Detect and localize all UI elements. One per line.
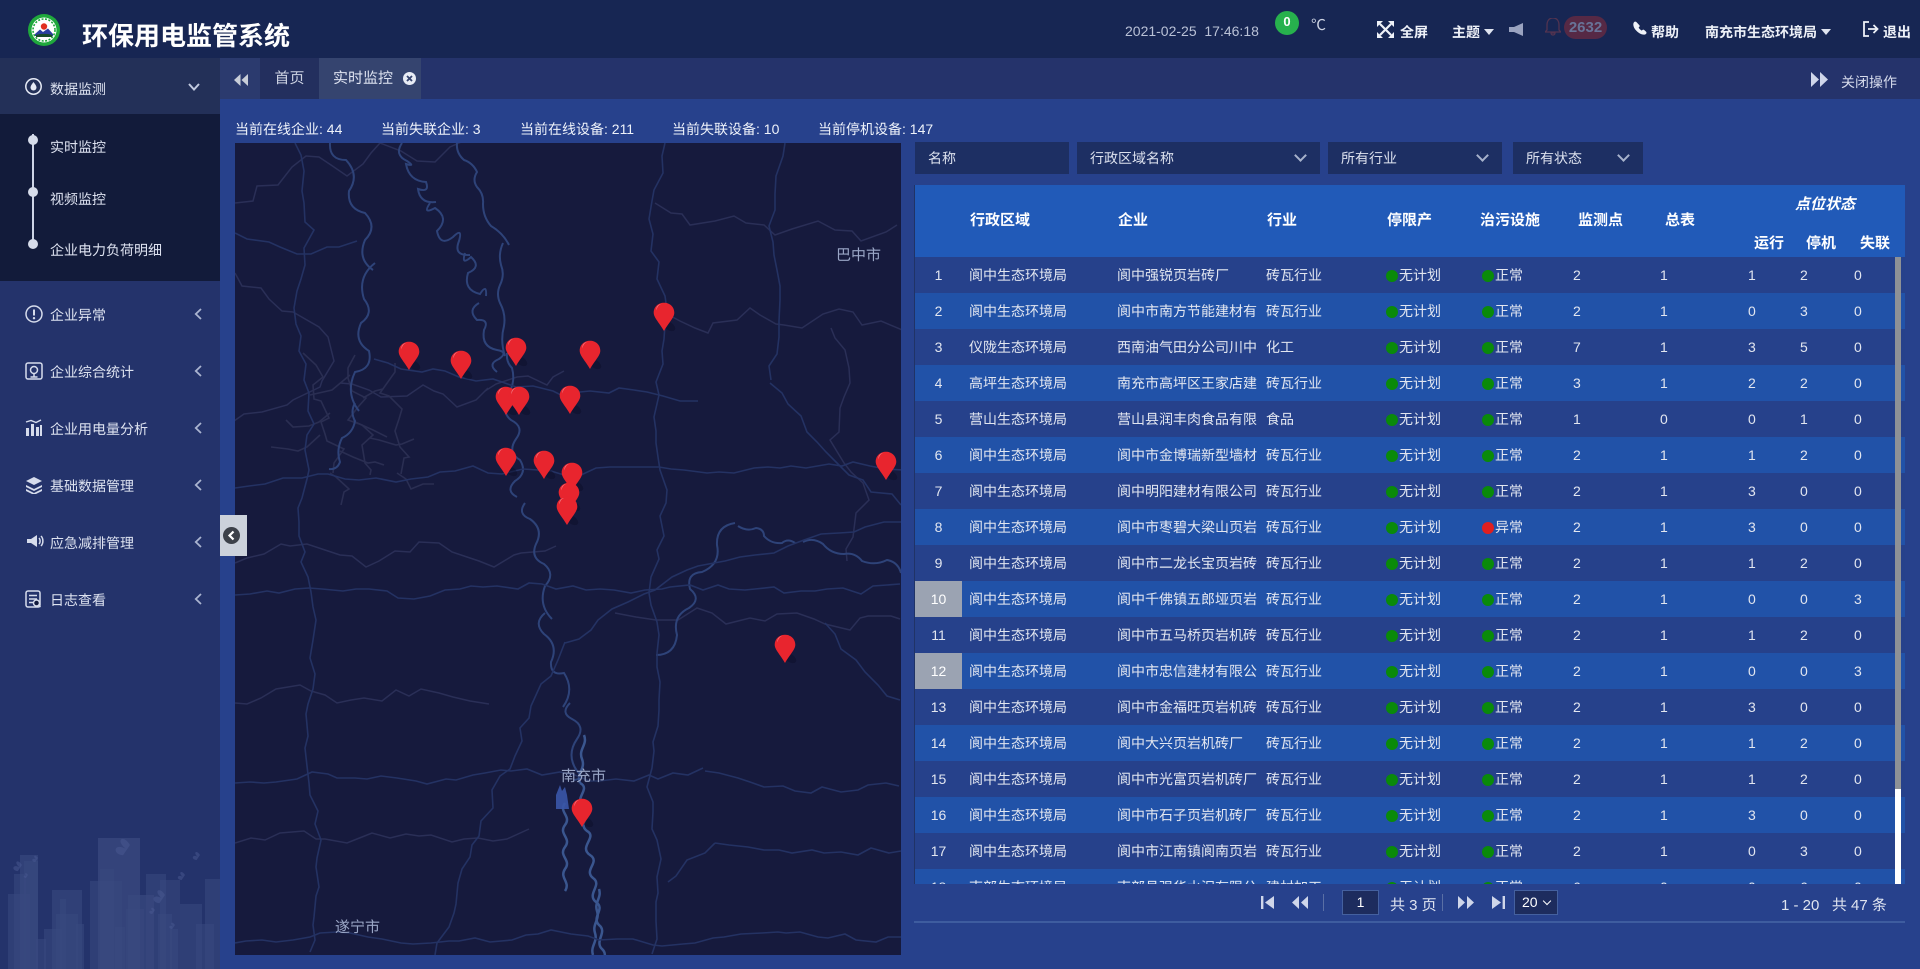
svg-text:遂宁市: 遂宁市 bbox=[335, 919, 380, 936]
svg-text:南充市: 南充市 bbox=[561, 768, 606, 785]
svg-text:巴中市: 巴中市 bbox=[836, 247, 881, 264]
